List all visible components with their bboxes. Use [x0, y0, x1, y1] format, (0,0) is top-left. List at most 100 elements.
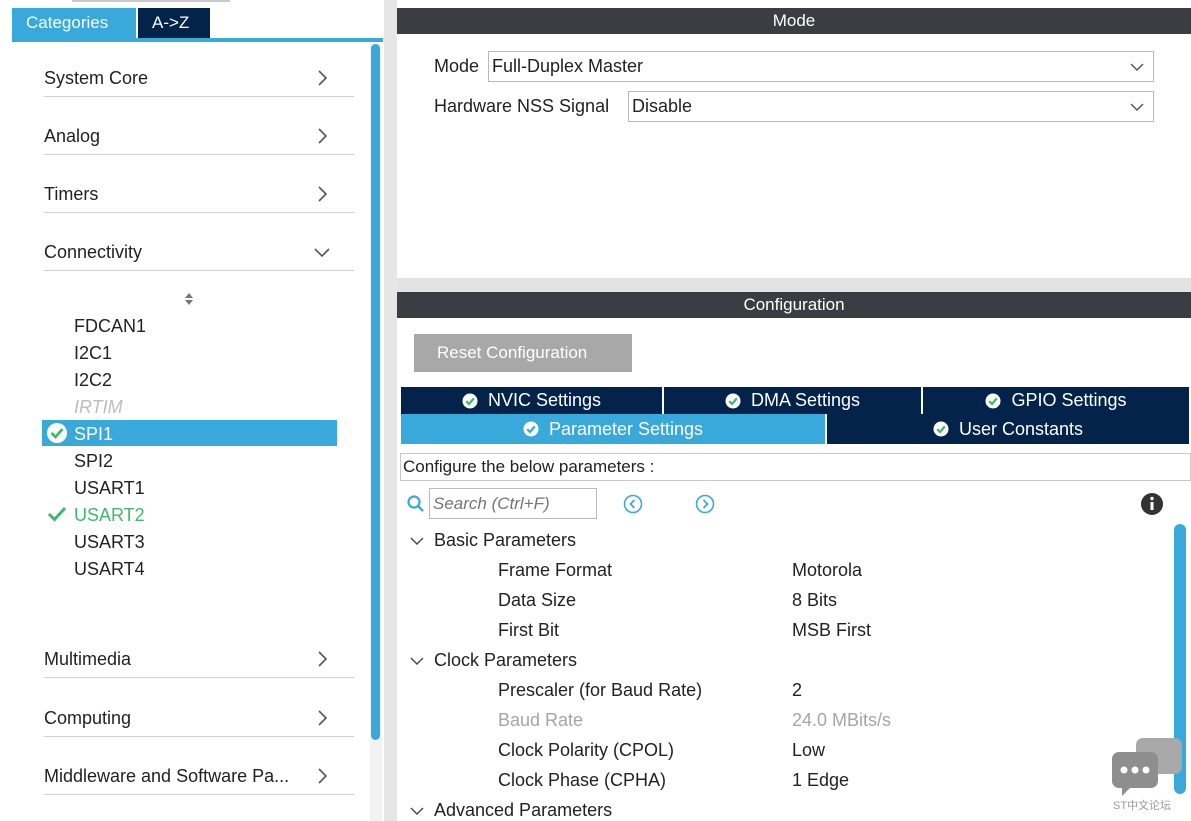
chevron-down-icon	[410, 537, 424, 546]
category-label: System Core	[44, 68, 149, 88]
chevron-right-icon	[318, 768, 328, 784]
category-analog[interactable]: Analog	[44, 97, 354, 155]
param-name[interactable]: Clock Polarity (CPOL)	[498, 737, 674, 763]
category-label: Analog	[44, 126, 101, 146]
checkmark-icon	[47, 506, 67, 522]
param-value[interactable]: MSB First	[792, 617, 871, 643]
mode-select-value: Full-Duplex Master	[492, 56, 644, 76]
mode-label: Mode	[434, 56, 480, 76]
instruction-text: Configure the below parameters :	[400, 453, 1191, 481]
stm32cubemx-window: Categories A->Z System Core Analog Timer…	[0, 0, 1191, 821]
chevron-right-icon	[318, 710, 328, 726]
search-icon[interactable]	[406, 494, 426, 514]
group-advanced-parameters[interactable]: Advanced Parameters	[408, 797, 612, 821]
param-value[interactable]: 8 Bits	[792, 587, 837, 613]
reset-configuration-button[interactable]: Reset Configuration	[414, 334, 632, 372]
param-value[interactable]: 2	[792, 677, 802, 703]
mode-select[interactable]: Full-Duplex Master	[488, 51, 1154, 82]
sidebar-scrollbar-thumb[interactable]	[371, 44, 380, 740]
configuration-header: Configuration	[397, 292, 1191, 318]
chevron-right-icon	[318, 70, 328, 86]
tab-parameter-settings[interactable]: Parameter Settings	[401, 414, 825, 444]
peripheral-usart4[interactable]: USART4	[74, 556, 145, 582]
check-circle-icon	[933, 421, 949, 437]
peripheral-usart3[interactable]: USART3	[74, 529, 145, 555]
check-circle-icon	[725, 393, 741, 408]
category-label: Timers	[44, 184, 99, 204]
param-name[interactable]: Data Size	[498, 587, 576, 613]
chevron-down-icon	[314, 248, 330, 258]
sort-arrows-icon[interactable]	[182, 291, 196, 307]
category-timers[interactable]: Timers	[44, 155, 354, 213]
param-name[interactable]: Frame Format	[498, 557, 612, 583]
nss-select-value: Disable	[632, 96, 693, 116]
check-circle-icon	[47, 423, 67, 443]
group-title: Advanced Parameters	[434, 800, 613, 820]
top-divider	[72, 0, 230, 2]
watermark-text: ST中文论坛	[1113, 800, 1172, 812]
tab-label: Parameter Settings	[548, 418, 704, 439]
tab-dma-settings[interactable]: DMA Settings	[664, 387, 921, 414]
mode-header: Mode	[397, 8, 1191, 34]
next-match-icon[interactable]	[695, 494, 715, 514]
chevron-down-icon	[410, 657, 424, 666]
tab-user-constants[interactable]: User Constants	[827, 414, 1189, 444]
peripheral-spi2[interactable]: SPI2	[74, 448, 113, 474]
param-value: 24.0 MBits/s	[792, 710, 892, 730]
param-value[interactable]: Motorola	[792, 557, 862, 583]
chevron-right-icon	[318, 186, 328, 202]
category-computing[interactable]: Computing	[44, 679, 354, 737]
category-label: Connectivity	[44, 242, 143, 262]
tab-label: NVIC Settings	[487, 390, 602, 410]
chevron-down-icon	[1130, 103, 1144, 112]
category-connectivity[interactable]: Connectivity	[44, 213, 354, 271]
check-circle-icon	[462, 393, 478, 408]
tab-label: User Constants	[958, 418, 1084, 439]
param-name: Baud Rate	[498, 710, 584, 730]
previous-match-icon[interactable]	[623, 494, 643, 514]
param-name[interactable]: Prescaler (for Baud Rate)	[498, 677, 702, 703]
tab-nvic-settings[interactable]: NVIC Settings	[401, 387, 662, 414]
category-system-core[interactable]: System Core	[44, 39, 354, 97]
group-clock-parameters[interactable]: Clock Parameters	[408, 647, 577, 673]
check-circle-icon	[523, 421, 539, 437]
nss-select[interactable]: Disable	[628, 91, 1154, 122]
check-circle-icon	[985, 393, 1001, 408]
chevron-right-icon	[318, 651, 328, 667]
param-value[interactable]: Low	[792, 737, 825, 763]
category-middleware[interactable]: Middleware and Software Pa...	[44, 737, 354, 795]
peripheral-spi1[interactable]: SPI1	[74, 421, 113, 447]
tab-label: GPIO Settings	[1011, 390, 1127, 410]
sidebar-tabs: Categories A->Z	[12, 8, 210, 40]
peripheral-fdcan1[interactable]: FDCAN1	[74, 313, 146, 339]
tab-gpio-settings[interactable]: GPIO Settings	[923, 387, 1189, 414]
group-title: Basic Parameters	[434, 530, 577, 550]
settings-tabs-row1: NVIC Settings DMA Settings GPIO Settings	[401, 387, 1189, 414]
panel-splitter[interactable]	[384, 0, 397, 821]
peripheral-usart2[interactable]: USART2	[74, 502, 145, 528]
tab-a-to-z[interactable]: A->Z	[138, 8, 210, 38]
param-value[interactable]: 1 Edge	[792, 767, 849, 793]
peripheral-irtim[interactable]: IRTIM	[74, 394, 123, 420]
param-name[interactable]: Clock Phase (CPHA)	[498, 767, 666, 793]
search-input[interactable]	[429, 488, 597, 519]
param-name[interactable]: First Bit	[498, 617, 559, 643]
group-basic-parameters[interactable]: Basic Parameters	[408, 527, 576, 553]
category-multimedia[interactable]: Multimedia	[44, 620, 354, 678]
panel-separator[interactable]	[397, 278, 1191, 292]
group-title: Clock Parameters	[434, 650, 578, 670]
info-icon[interactable]	[1140, 492, 1164, 516]
nss-label: Hardware NSS Signal	[434, 96, 610, 116]
tab-categories[interactable]: Categories	[12, 8, 136, 38]
chevron-down-icon	[410, 807, 424, 816]
category-label: Middleware and Software Pa...	[44, 766, 290, 786]
peripheral-usart1[interactable]: USART1	[74, 475, 145, 501]
peripheral-i2c1[interactable]: I2C1	[74, 340, 112, 366]
tab-label: DMA Settings	[750, 390, 861, 410]
category-label: Computing	[44, 708, 132, 728]
categories-panel: Categories A->Z System Core Analog Timer…	[0, 0, 384, 821]
chevron-right-icon	[318, 128, 328, 144]
peripheral-i2c2[interactable]: I2C2	[74, 367, 112, 393]
chevron-down-icon	[1130, 63, 1144, 72]
settings-tabs-row2: Parameter Settings User Constants	[401, 414, 1189, 444]
